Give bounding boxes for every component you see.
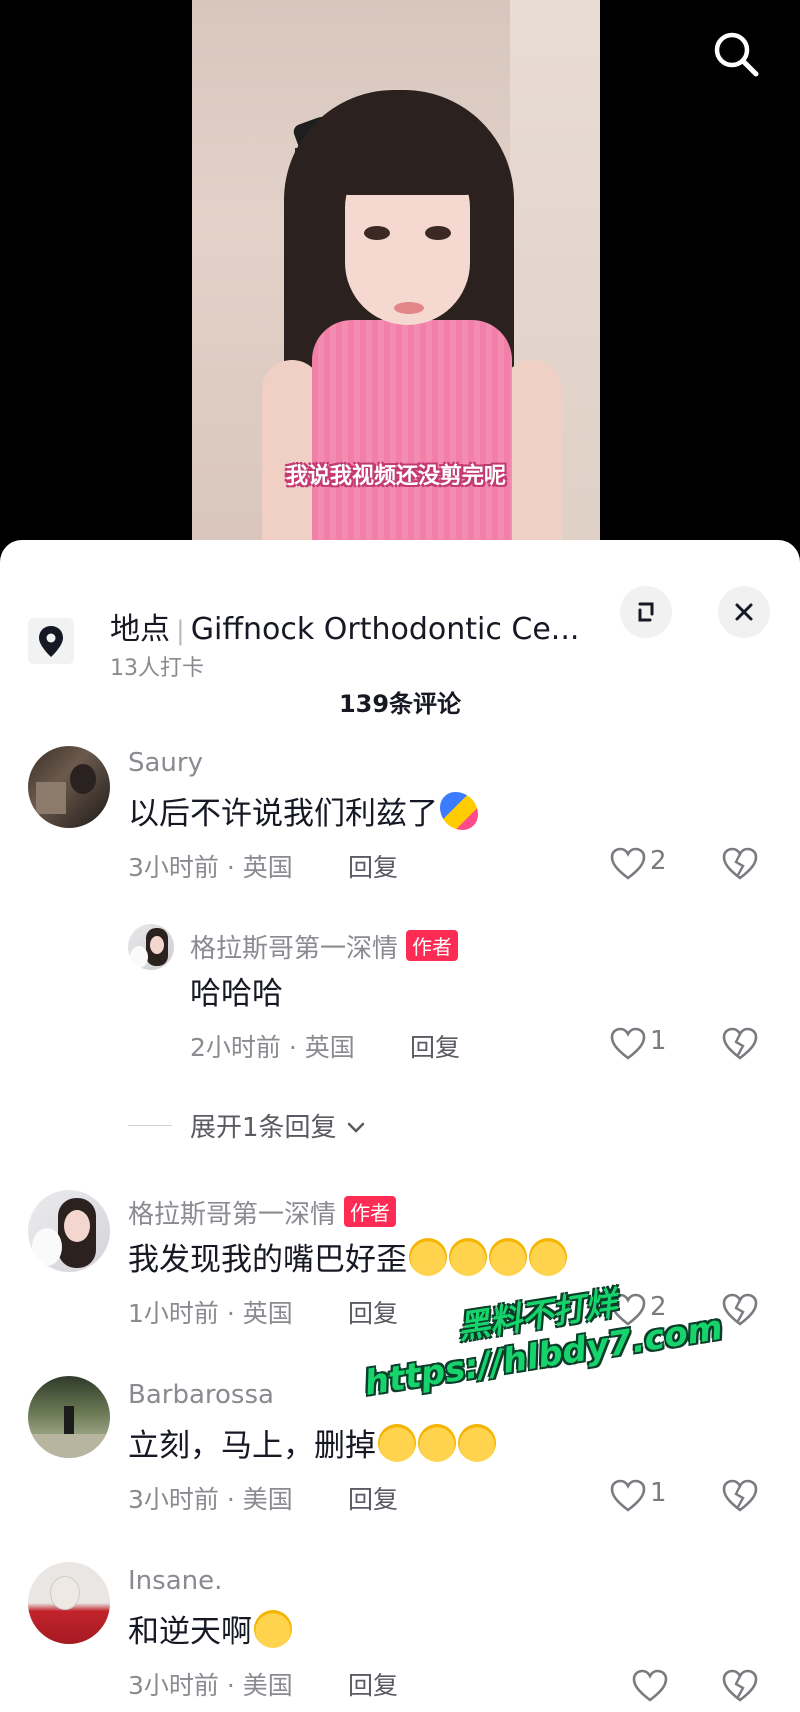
- avatar[interactable]: [128, 924, 174, 970]
- comment-text-body: 立刻，马上，删掉: [128, 1428, 376, 1464]
- like-button[interactable]: 2: [608, 844, 688, 884]
- comment-text: 以后不许说我们利兹了: [128, 788, 478, 833]
- reply-button[interactable]: 回复: [348, 1294, 398, 1330]
- sweat-smile-emoji-icon: [409, 1238, 447, 1276]
- pleading-emoji-icon: [418, 1424, 456, 1462]
- avatar[interactable]: [28, 1190, 110, 1272]
- location-place-name: Giffnock Orthodontic Ce...: [190, 612, 580, 647]
- like-button[interactable]: 2: [608, 1290, 688, 1330]
- expand-replies-label: 展开1条回复: [190, 1107, 367, 1144]
- comment-sheet: 地点 | Giffnock Orthodontic Ce... 13人打卡 139条…: [0, 540, 800, 1712]
- pleading-emoji-icon: [378, 1424, 416, 1462]
- divider-line: [128, 1125, 172, 1126]
- like-button[interactable]: 1: [608, 1476, 688, 1516]
- search-button[interactable]: [710, 28, 762, 80]
- comment-text-body: 以后不许说我们利兹了: [128, 796, 438, 832]
- heart-icon: [610, 847, 646, 880]
- comment-time-location: 3小时前 · 英国: [128, 853, 293, 882]
- location-separator: |: [176, 616, 185, 646]
- pink-sweater: [312, 320, 512, 560]
- heart-icon: [610, 1479, 646, 1512]
- heart-icon: [632, 1669, 668, 1702]
- comment-username[interactable]: Insane.: [128, 1566, 222, 1596]
- like-count: 1: [650, 1026, 667, 1056]
- dislike-button[interactable]: [720, 1666, 760, 1706]
- eye-right: [425, 226, 451, 240]
- reply-button[interactable]: 回复: [348, 1480, 398, 1516]
- expand-icon: [638, 602, 654, 622]
- pleading-emoji-icon: [458, 1424, 496, 1462]
- like-count: 2: [650, 846, 667, 876]
- sweat-smile-emoji-icon: [489, 1238, 527, 1276]
- sweat-smile-emoji-icon: [529, 1238, 567, 1276]
- author-badge: 作者: [406, 930, 459, 961]
- sob-emoji-icon: [254, 1610, 292, 1648]
- comment-username[interactable]: 格拉斯哥第一深情 作者: [190, 928, 459, 965]
- location-title[interactable]: 地点 | Giffnock Orthodontic Ce...: [110, 604, 579, 648]
- reply-item: 格拉斯哥第一深情 作者 哈哈哈 2小时前 · 英国 回复 1: [0, 924, 800, 1074]
- reply-button[interactable]: 回复: [348, 1666, 398, 1702]
- search-icon: [714, 32, 759, 77]
- reply-button[interactable]: 回复: [348, 848, 398, 884]
- avatar[interactable]: [28, 746, 110, 828]
- comment-time-location: 2小时前 · 英国: [190, 1033, 355, 1062]
- comment-time-location: 1小时前 · 英国: [128, 1299, 293, 1328]
- comment-text-body: 我发现我的嘴巴好歪: [128, 1242, 407, 1278]
- avatar[interactable]: [28, 1562, 110, 1644]
- expand-replies-text: 展开1条回复: [190, 1113, 337, 1143]
- comment-item: 格拉斯哥第一深情 作者 我发现我的嘴巴好歪 1小时前 · 英国 回复 2: [0, 1190, 800, 1340]
- comment-item: Saury 以后不许说我们利兹了 3小时前 · 英国 回复 2: [0, 746, 800, 896]
- dislike-icon: [722, 1027, 758, 1060]
- close-icon: [735, 603, 753, 621]
- dislike-icon: [722, 1669, 758, 1702]
- comment-username[interactable]: Barbarossa: [128, 1380, 274, 1410]
- heart-icon: [610, 1027, 646, 1060]
- username-text: 格拉斯哥第一深情: [190, 934, 399, 964]
- dislike-button[interactable]: [720, 844, 760, 884]
- dislike-button[interactable]: [720, 1024, 760, 1064]
- comment-time-location: 3小时前 · 美国: [128, 1671, 293, 1700]
- like-count: 1: [650, 1478, 667, 1508]
- comment-text: 和逆天啊: [128, 1606, 292, 1651]
- dislike-button[interactable]: [720, 1476, 760, 1516]
- comment-count: 139条评论: [338, 690, 462, 718]
- chevron-down-icon: [347, 1122, 365, 1133]
- sweat-smile-emoji-icon: [449, 1238, 487, 1276]
- avatar[interactable]: [28, 1376, 110, 1458]
- like-button[interactable]: 1: [608, 1024, 688, 1064]
- location-pin-icon: [28, 618, 74, 664]
- comment-username[interactable]: Saury: [128, 748, 203, 778]
- dislike-button[interactable]: [720, 1290, 760, 1330]
- comment-text: 哈哈哈: [190, 976, 283, 1012]
- author-badge: 作者: [344, 1196, 397, 1227]
- video-subtitle: 我说我视频还没剪完呢: [285, 464, 506, 489]
- dislike-icon: [722, 1293, 758, 1326]
- location-checkins: 13人打卡: [110, 656, 204, 681]
- reply-button[interactable]: 回复: [410, 1028, 460, 1064]
- comment-text-body: 和逆天啊: [128, 1614, 252, 1650]
- bird-emoji-icon: [440, 792, 478, 830]
- eye-left: [364, 226, 390, 240]
- video-frame: 我说我视频还没剪完呢: [192, 0, 600, 560]
- location-label: 地点: [110, 612, 170, 647]
- comment-username[interactable]: 格拉斯哥第一深情 作者: [128, 1194, 397, 1231]
- comment-item: Insane. 和逆天啊 3小时前 · 美国 回复: [0, 1562, 800, 1712]
- dislike-icon: [722, 1479, 758, 1512]
- expand-button[interactable]: [620, 586, 672, 638]
- dislike-icon: [722, 847, 758, 880]
- comment-item: Barbarossa 立刻，马上，删掉 3小时前 · 美国 回复 1: [0, 1376, 800, 1526]
- username-text: 格拉斯哥第一深情: [128, 1200, 337, 1230]
- comment-text: 我发现我的嘴巴好歪: [128, 1234, 567, 1279]
- heart-icon: [610, 1293, 646, 1326]
- like-count: 2: [650, 1292, 667, 1322]
- close-button[interactable]: [718, 586, 770, 638]
- video-player[interactable]: 我说我视频还没剪完呢: [0, 0, 800, 560]
- location-bar[interactable]: 地点 | Giffnock Orthodontic Ce... 13人打卡: [0, 568, 800, 681]
- like-button[interactable]: [630, 1666, 710, 1706]
- comment-text: 立刻，马上，删掉: [128, 1420, 496, 1465]
- lips: [394, 302, 424, 314]
- comment-time-location: 3小时前 · 美国: [128, 1485, 293, 1514]
